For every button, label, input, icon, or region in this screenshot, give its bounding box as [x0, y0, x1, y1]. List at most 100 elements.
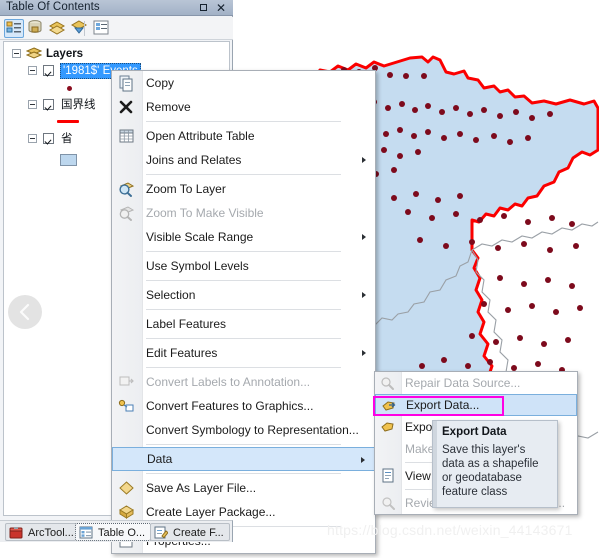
submenu-item-repair-data-source: Repair Data Source... [375, 372, 577, 394]
submenu-item-export-data[interactable]: Export Data... [375, 394, 577, 416]
list-by-drawing-order-icon[interactable] [4, 19, 24, 38]
submenu-arrow-icon [362, 292, 366, 298]
close-icon[interactable]: ✕ [215, 2, 227, 14]
menu-item-zoom-to-layer[interactable]: Zoom To Layer [112, 177, 375, 201]
expander-icon[interactable] [28, 134, 37, 143]
list-by-selection-icon[interactable] [70, 19, 90, 38]
point-symbol-swatch[interactable] [67, 86, 72, 91]
menu-item-label: Joins and Relates [146, 153, 242, 167]
menu-item-convert-features-to-graphics[interactable]: Convert Features to Graphics... [112, 394, 375, 418]
menu-item-label: Save As Layer File... [146, 481, 257, 495]
submenu-item-label: Repair Data Source... [405, 376, 521, 390]
save-layer-file-icon [117, 479, 136, 497]
tree-root-label: Layers [46, 48, 84, 60]
menu-item-data[interactable]: Data [112, 447, 375, 471]
menu-item-label: Use Symbol Levels [146, 259, 249, 273]
menu-item-remove[interactable]: Remove [112, 95, 375, 119]
list-by-source-icon[interactable] [26, 19, 46, 38]
menu-separator [146, 473, 341, 474]
layer-label-province[interactable]: 省 [61, 132, 73, 146]
attribute-table-icon [117, 127, 136, 145]
menu-item-save-as-layer-file[interactable]: Save As Layer File... [112, 476, 375, 500]
menu-separator [146, 309, 341, 310]
menu-separator [146, 367, 341, 368]
layer-context-menu[interactable]: Copy Remove Open Attribute Table Joins a… [111, 70, 376, 554]
menu-item-label: Convert Symbology to Representation... [146, 423, 359, 437]
menu-item-zoom-to-make-visible: Zoom To Make Visible [112, 201, 375, 225]
tab-table-of-contents[interactable]: Table O... [75, 523, 152, 541]
menu-item-label: Zoom To Make Visible [146, 206, 264, 220]
maximize-icon[interactable] [199, 2, 211, 14]
menu-item-label: Convert Features to Graphics... [146, 399, 314, 413]
tooltip-title: Export Data [442, 426, 507, 438]
menu-item-label: Visible Scale Range [146, 230, 254, 244]
menu-item-convert-labels-to-annotation: Convert Labels to Annotation... [112, 370, 375, 394]
menu-item-open-attribute-table[interactable]: Open Attribute Table [112, 124, 375, 148]
menu-item-label: Remove [146, 100, 191, 114]
tooltip-body: Save this layer's data as a shapefile or… [442, 444, 539, 498]
layer-visibility-checkbox[interactable] [43, 65, 54, 76]
zoom-to-layer-icon [117, 180, 136, 198]
layers-stack-icon [26, 47, 42, 59]
expander-icon[interactable] [28, 100, 37, 109]
menu-item-copy[interactable]: Copy [112, 71, 375, 95]
arctoolbox-icon [9, 526, 23, 539]
export-data-tooltip: Export Data Save this layer's data as a … [432, 420, 558, 508]
menu-item-visible-scale-range[interactable]: Visible Scale Range [112, 225, 375, 249]
tab-label: Table O... [98, 527, 146, 539]
layer-visibility-checkbox[interactable] [43, 99, 54, 110]
collapse-panel-button[interactable] [8, 295, 42, 329]
zoom-make-visible-icon [117, 204, 136, 222]
polygon-symbol-swatch[interactable] [60, 154, 77, 166]
toolbar-separator [84, 21, 85, 36]
list-by-visibility-icon[interactable] [48, 19, 68, 38]
menu-item-edit-features[interactable]: Edit Features [112, 341, 375, 365]
menu-item-label-features[interactable]: Label Features [112, 312, 375, 336]
watermark-text: https://blog.csdn.net/weixin_44143671 [327, 522, 573, 538]
submenu-item-label: Export Data... [406, 398, 480, 412]
menu-item-joins-and-relates[interactable]: Joins and Relates [112, 148, 375, 172]
layer-label-boundary[interactable]: 国界线 [61, 98, 96, 112]
dock-tab-strip: ArcTool... Table O... Create F... [0, 520, 233, 542]
table-of-contents-icon [79, 526, 93, 539]
layer-visibility-checkbox[interactable] [43, 133, 54, 144]
chevron-left-icon [19, 303, 30, 321]
menu-separator [146, 444, 341, 445]
convert-features-icon [117, 397, 136, 415]
menu-item-label: Convert Labels to Annotation... [146, 375, 311, 389]
menu-separator [146, 251, 341, 252]
tab-arctoolbox[interactable]: ArcTool... [5, 523, 80, 541]
convert-labels-icon [117, 373, 136, 391]
menu-item-selection[interactable]: Selection [112, 283, 375, 307]
menu-item-convert-symbology-to-representation[interactable]: Convert Symbology to Representation... [112, 418, 375, 442]
submenu-arrow-icon [361, 457, 365, 463]
toc-toolbar [0, 17, 233, 40]
menu-item-label: Data [147, 452, 173, 466]
expander-icon[interactable] [28, 66, 37, 75]
create-features-icon [154, 526, 169, 539]
options-icon[interactable] [92, 19, 112, 38]
menu-separator [146, 174, 341, 175]
menu-item-label: Selection [146, 288, 196, 302]
menu-separator [146, 338, 341, 339]
view-description-icon [379, 467, 397, 484]
panel-title: Table Of Contents [6, 1, 100, 13]
line-symbol-swatch[interactable] [57, 120, 79, 123]
remove-icon [117, 98, 136, 116]
submenu-arrow-icon [362, 157, 366, 163]
menu-item-label: Copy [146, 76, 175, 90]
copy-icon [117, 74, 136, 92]
submenu-arrow-icon [362, 350, 366, 356]
menu-item-label: Create Layer Package... [146, 505, 276, 519]
submenu-arrow-icon [362, 234, 366, 240]
menu-separator [146, 121, 341, 122]
tab-label: Create F... [173, 527, 224, 539]
menu-item-label: Zoom To Layer [146, 182, 226, 196]
export-data-icon [380, 397, 398, 414]
tab-create-features[interactable]: Create F... [150, 523, 230, 541]
menu-item-use-symbol-levels[interactable]: Use Symbol Levels [112, 254, 375, 278]
repair-data-source-icon [379, 374, 397, 391]
menu-item-label: Edit Features [146, 346, 218, 360]
expander-icon[interactable] [12, 49, 21, 58]
panel-title-bar: Table Of Contents ✕ [0, 0, 233, 16]
